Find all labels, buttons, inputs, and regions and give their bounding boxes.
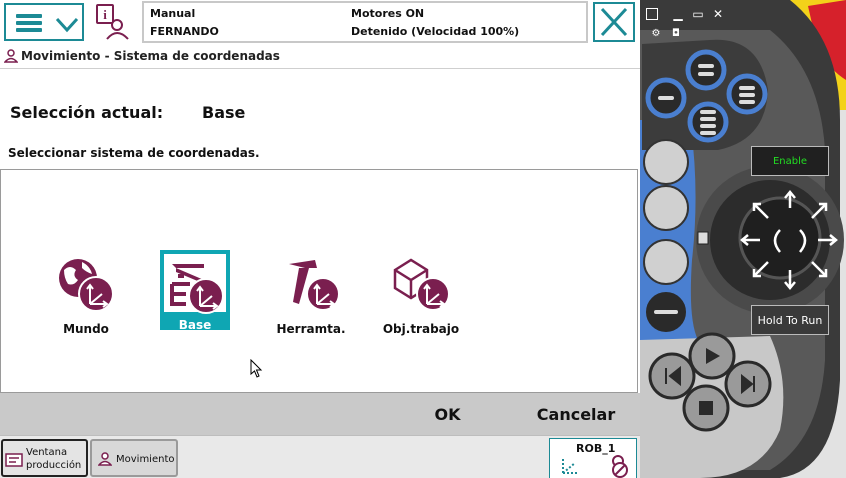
quickset-robot-button[interactable]: ROB_1 (549, 438, 637, 478)
taskbar: Ventana producción Movimiento ROB_1 (0, 435, 640, 478)
mouse-cursor-icon (250, 359, 263, 378)
cancel-button[interactable]: Cancelar (522, 393, 630, 435)
option-tool-label: Herramta. (276, 322, 346, 336)
close-icon (600, 7, 628, 37)
base-coordinate-icon (170, 264, 224, 314)
taskbar-production-window[interactable]: Ventana producción (1, 439, 88, 477)
hold-to-run-button[interactable]: Hold To Run (751, 305, 829, 335)
close-button[interactable] (593, 2, 635, 42)
window-title-bar: Movimiento - Sistema de coordenadas (0, 45, 640, 69)
user-text: FERNANDO (150, 25, 219, 38)
option-base-icon-frame (164, 254, 226, 314)
world-coordinate-icon (59, 259, 114, 312)
window-title: Movimiento - Sistema de coordenadas (21, 49, 280, 63)
option-workobject-label: Obj.trabajo (382, 322, 460, 336)
taskbar-production-label-line1: Ventana (26, 447, 68, 458)
mode-text: Manual (150, 7, 196, 20)
controller-state-text: Detenido (Velocidad 100%) (351, 25, 520, 38)
motors-text: Motores ON (351, 7, 425, 20)
jogging-person-icon (98, 452, 112, 466)
current-selection-value: Base (202, 103, 246, 122)
chevron-down-icon (55, 17, 79, 33)
taskbar-movement-label: Movimiento (116, 454, 175, 465)
option-workobject[interactable]: Obj.trabajo (383, 256, 459, 336)
event-log-icon[interactable]: i (95, 3, 131, 41)
option-base[interactable]: Base (160, 250, 230, 332)
main-menu-button[interactable] (4, 3, 84, 41)
workobject-coordinate-icon (393, 258, 450, 311)
option-base-label: Base (178, 318, 212, 332)
coordinate-system-panel: Mundo Base Herramta. Obj.trabajo (0, 169, 638, 393)
increment-off-icon (612, 455, 628, 478)
jogging-person-icon (4, 49, 18, 63)
status-panel[interactable]: Manual FERNANDO Motores ON Detenido (Vel… (142, 1, 721, 43)
option-world[interactable]: Mundo (51, 256, 121, 336)
window-minimize-icon[interactable]: ▁ (670, 6, 686, 22)
production-window-icon (5, 453, 23, 467)
svg-text:i: i (103, 7, 107, 22)
action-bar: OK Cancelar (0, 393, 640, 435)
ok-button[interactable]: OK (400, 393, 495, 435)
taskbar-production-label-line2: producción (26, 460, 82, 471)
window-maximize-icon[interactable]: ▭ (690, 6, 706, 22)
tool-coordinate-icon (289, 260, 340, 311)
settings-gear-icon[interactable]: ⚙ (648, 26, 664, 42)
current-selection-label: Selección actual: (10, 103, 164, 122)
pendant-body (640, 0, 846, 478)
status-bar: i Manual FERNANDO Motores ON Detenido (V… (0, 0, 721, 44)
instruction-text: Seleccionar sistema de coordenadas. (8, 146, 260, 160)
window-restore-icon[interactable] (646, 8, 658, 20)
virtual-flexpendant: ▁ ▭ ✕ ⚙ ◘ Enable Hold To Run (640, 0, 846, 478)
hamburger-icon (16, 14, 42, 32)
taskbar-movement[interactable]: Movimiento (90, 439, 178, 477)
camera-icon[interactable]: ◘ (668, 26, 684, 42)
enable-button[interactable]: Enable (751, 146, 829, 176)
window-close-icon[interactable]: ✕ (710, 6, 726, 22)
coordinate-axes-icon (562, 457, 579, 474)
option-world-label: Mundo (63, 322, 109, 336)
option-tool[interactable]: Herramta. (276, 256, 346, 336)
